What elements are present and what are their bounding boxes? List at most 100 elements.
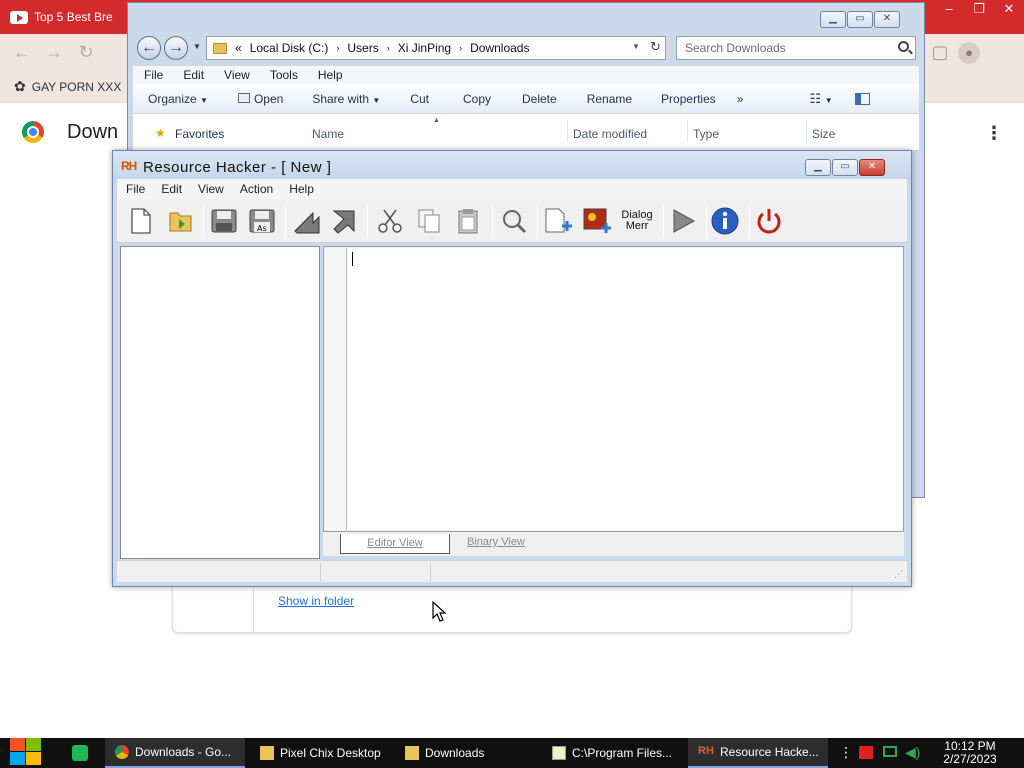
- view-options-icon[interactable]: ☷ ▼: [809, 91, 832, 107]
- taskbar-item-program-files[interactable]: C:\Program Files...: [542, 738, 682, 768]
- taskbar-item-pixel-chix[interactable]: Pixel Chix Desktop: [250, 738, 390, 768]
- nav-favorites[interactable]: Favorites: [175, 127, 224, 141]
- column-name[interactable]: Name: [312, 127, 344, 141]
- taskbar-item-downloads[interactable]: Downloads: [395, 738, 535, 768]
- windows-logo-pane: [10, 752, 25, 765]
- breadcrumb-overflow[interactable]: «: [235, 41, 242, 55]
- recent-pages-dropdown-icon[interactable]: ▼: [193, 42, 201, 51]
- menu-help[interactable]: Help: [307, 66, 352, 84]
- explorer-menubar: File Edit View Tools Help: [133, 66, 919, 84]
- breadcrumb-item[interactable]: Local Disk (C:): [250, 41, 329, 55]
- more-commands-button[interactable]: »: [737, 92, 744, 106]
- restore-icon[interactable]: ❐: [964, 0, 994, 18]
- cut-button[interactable]: Cut: [410, 92, 429, 106]
- search-input[interactable]: Search Downloads: [676, 36, 916, 60]
- network-icon[interactable]: [883, 746, 897, 757]
- add-dialog-menu-button[interactable]: Dialog Merr: [617, 205, 657, 237]
- system-tray: ⋮ ◀): [835, 738, 935, 768]
- spotify-icon[interactable]: [72, 745, 88, 761]
- close-icon[interactable]: ✕: [859, 159, 885, 176]
- editor-frame: [323, 246, 904, 532]
- refresh-icon[interactable]: ↻: [650, 39, 661, 55]
- compile-arrow-icon[interactable]: [290, 205, 322, 237]
- side-panel-icon[interactable]: ▢: [930, 42, 950, 62]
- add-resource-icon[interactable]: [542, 205, 574, 237]
- column-size[interactable]: Size: [812, 127, 835, 141]
- find-icon[interactable]: [498, 205, 530, 237]
- breadcrumb-item[interactable]: Downloads: [470, 41, 529, 55]
- forward-arrow-icon[interactable]: →: [164, 36, 188, 60]
- minimize-icon[interactable]: ▁: [820, 11, 846, 28]
- profile-avatar-icon[interactable]: ●: [958, 42, 980, 64]
- minimize-icon[interactable]: ▁: [805, 159, 831, 176]
- open-button[interactable]: Open: [237, 92, 283, 106]
- cut-icon[interactable]: [374, 205, 406, 237]
- run-script-arrow-icon[interactable]: [329, 205, 361, 237]
- menu-tools[interactable]: Tools: [259, 66, 307, 84]
- show-in-folder-link[interactable]: Show in folder: [278, 594, 354, 608]
- rename-button[interactable]: Rename: [587, 92, 632, 106]
- tab-binary-view[interactable]: Binary View: [467, 536, 525, 548]
- menu-edit[interactable]: Edit: [152, 179, 189, 199]
- editor-tabs: Editor View Binary View: [323, 532, 904, 556]
- close-icon[interactable]: ✕: [994, 0, 1024, 18]
- toolbar-separator: [203, 205, 204, 239]
- save-icon[interactable]: [208, 205, 240, 237]
- menu-file[interactable]: File: [117, 179, 152, 199]
- close-icon[interactable]: ✕: [874, 11, 900, 28]
- search-icon[interactable]: [898, 41, 909, 52]
- run-play-icon[interactable]: [667, 205, 699, 237]
- minimize-icon[interactable]: –: [934, 0, 964, 18]
- chevron-down-icon: ▼: [200, 95, 208, 105]
- add-image-icon[interactable]: [581, 205, 613, 237]
- menu-view[interactable]: View: [189, 179, 231, 199]
- resize-grip-icon[interactable]: ⋰: [894, 569, 903, 580]
- forward-arrow-icon[interactable]: →: [44, 42, 64, 62]
- info-icon[interactable]: [709, 205, 741, 237]
- reload-icon[interactable]: ↻: [76, 42, 96, 62]
- script-editor[interactable]: [348, 248, 903, 530]
- delete-button[interactable]: Delete: [522, 92, 557, 106]
- copy-button[interactable]: Copy: [463, 92, 491, 106]
- more-options-icon[interactable]: ⋮: [985, 123, 1003, 144]
- menu-help[interactable]: Help: [280, 179, 321, 199]
- taskbar-item-resource-hacker[interactable]: RH Resource Hacke...: [688, 738, 828, 768]
- menu-view[interactable]: View: [213, 66, 259, 84]
- preview-pane-icon[interactable]: [854, 92, 870, 105]
- chevron-down-icon: ▼: [372, 95, 381, 105]
- copy-icon[interactable]: [413, 205, 445, 237]
- paste-icon[interactable]: [452, 205, 484, 237]
- overflow-dots-icon[interactable]: ⋮: [839, 744, 853, 761]
- maximize-icon[interactable]: ▭: [832, 159, 858, 176]
- resource-tree-pane[interactable]: [120, 246, 320, 559]
- bookmark-item[interactable]: ✿ GAY PORN XXX: [14, 78, 121, 95]
- start-button[interactable]: [10, 738, 44, 768]
- taskbar-item-chrome[interactable]: Downloads - Go...: [105, 738, 245, 768]
- back-arrow-icon[interactable]: ←: [137, 36, 161, 60]
- properties-button[interactable]: Properties: [661, 92, 716, 106]
- flag-icon[interactable]: [859, 746, 873, 759]
- menu-action[interactable]: Action: [231, 179, 280, 199]
- menu-file[interactable]: File: [133, 66, 172, 84]
- share-with-button[interactable]: Share with ▼: [312, 92, 380, 106]
- column-date-modified[interactable]: Date modified: [573, 127, 647, 141]
- exit-power-icon[interactable]: [753, 205, 785, 237]
- tab-editor-view[interactable]: Editor View: [340, 534, 450, 554]
- clock-date: 2/27/2023: [943, 752, 997, 766]
- menu-label: Merr: [625, 220, 649, 232]
- breadcrumb-item[interactable]: Users: [347, 41, 378, 55]
- volume-icon[interactable]: ◀): [905, 744, 920, 761]
- resource-hacker-window: RH Resource Hacker - [ New ] ▁ ▭ ✕ File …: [112, 150, 912, 587]
- column-type[interactable]: Type: [693, 127, 719, 141]
- maximize-icon[interactable]: ▭: [847, 11, 873, 28]
- menu-edit[interactable]: Edit: [172, 66, 213, 84]
- address-bar[interactable]: « Local Disk (C:) › Users › Xi JinPing ›…: [206, 36, 666, 60]
- breadcrumb-item[interactable]: Xi JinPing: [398, 41, 451, 55]
- back-arrow-icon[interactable]: ←: [12, 42, 32, 62]
- organize-button[interactable]: Organize ▼: [148, 92, 208, 106]
- save-as-icon[interactable]: As: [246, 205, 278, 237]
- open-file-icon[interactable]: [165, 205, 197, 237]
- new-file-icon[interactable]: [125, 205, 157, 237]
- clock[interactable]: 10:12 PM 2/27/2023: [930, 740, 1010, 766]
- address-dropdown-icon[interactable]: ▼: [632, 42, 640, 51]
